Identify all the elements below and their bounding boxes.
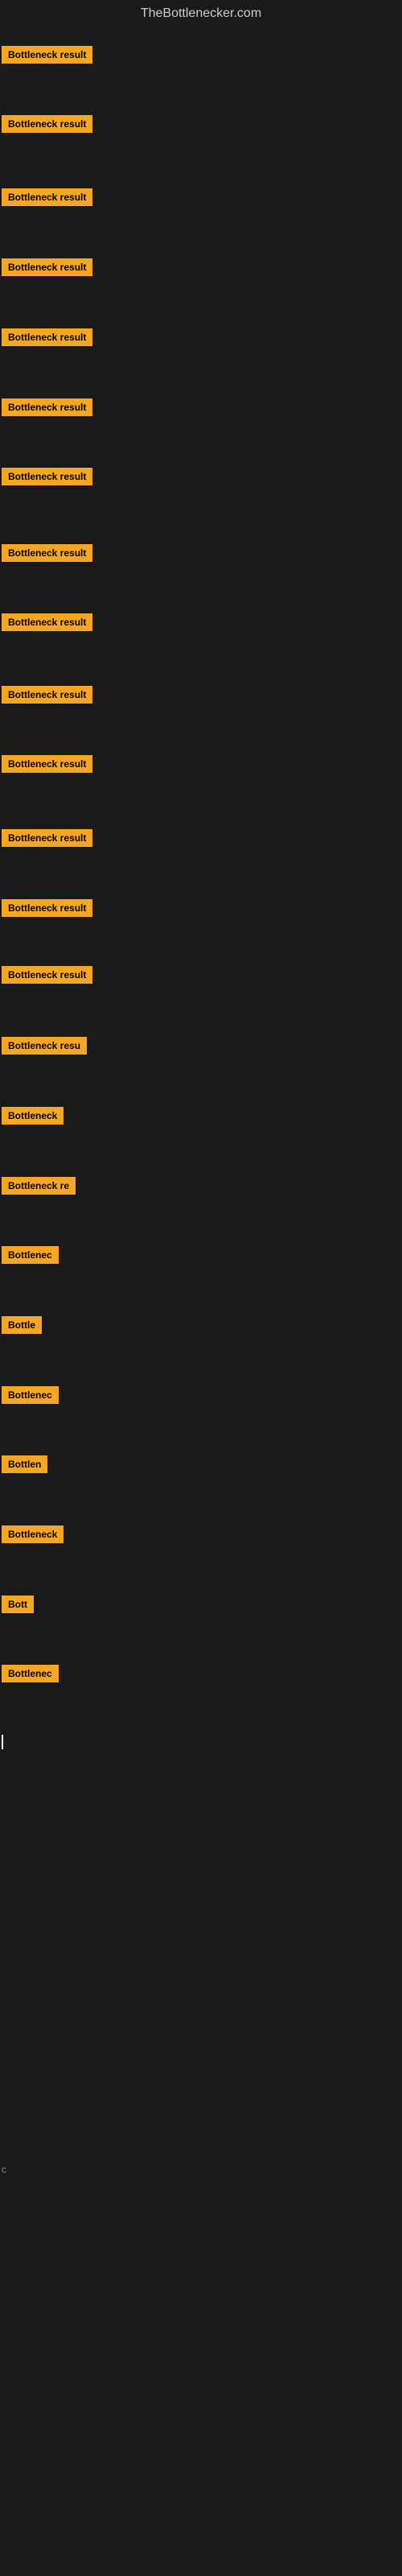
list-item: Bottleneck result: [2, 115, 92, 137]
bottleneck-result-label: Bottleneck result: [2, 829, 92, 847]
list-item: Bottlen: [2, 1455, 47, 1477]
text-cursor: [2, 1735, 3, 1749]
bottleneck-result-label: Bottleneck result: [2, 468, 92, 485]
bottleneck-result-label: Bottleneck result: [2, 755, 92, 773]
list-item: Bottleneck result: [2, 899, 92, 921]
list-item: Bottleneck result: [2, 398, 92, 420]
site-title: TheBottlenecker.com: [0, 0, 402, 27]
list-item: Bottle: [2, 1316, 42, 1338]
list-item: Bottleneck result: [2, 686, 92, 708]
page-wrapper: TheBottlenecker.com Bottleneck result Bot…: [0, 0, 402, 2576]
bottleneck-result-label: Bottleneck result: [2, 328, 92, 346]
bottleneck-result-label: Bottleneck result: [2, 115, 92, 133]
bottleneck-result-label: Bottleneck result: [2, 398, 92, 416]
bottleneck-result-label: Bottleneck: [2, 1525, 64, 1543]
list-item: Bottleneck result: [2, 544, 92, 566]
list-item: Bottlenec: [2, 1386, 59, 1408]
bottleneck-result-label: Bottlenec: [2, 1386, 59, 1404]
bottleneck-result-label: Bottlenec: [2, 1665, 59, 1682]
list-item: Bottleneck result: [2, 829, 92, 851]
list-item: Bottleneck re: [2, 1177, 76, 1199]
bottleneck-result-label: Bottlenec: [2, 1246, 59, 1264]
bottleneck-result-label: Bottleneck result: [2, 544, 92, 562]
list-item: Bottleneck result: [2, 46, 92, 68]
list-item: Bottlenec: [2, 1246, 59, 1268]
bottleneck-result-label: Bottleneck result: [2, 966, 92, 984]
bottleneck-result-label: Bottlen: [2, 1455, 47, 1473]
list-item: Bottleneck resu: [2, 1037, 87, 1059]
list-item: Bottlenec: [2, 1665, 59, 1686]
list-item: Bottleneck: [2, 1107, 64, 1129]
footer-char: c: [2, 2157, 6, 2182]
list-item: Bottleneck result: [2, 613, 92, 635]
bottleneck-result-label: Bottleneck re: [2, 1177, 76, 1195]
list-item: Bottleneck result: [2, 966, 92, 988]
list-item: Bottleneck result: [2, 468, 92, 489]
bottleneck-result-label: Bottleneck result: [2, 899, 92, 917]
list-item: Bottleneck result: [2, 258, 92, 280]
bottleneck-result-label: Bottleneck result: [2, 188, 92, 206]
bottleneck-result-label: Bottle: [2, 1316, 42, 1334]
bottleneck-result-label: Bott: [2, 1596, 34, 1613]
list-item: Bottleneck result: [2, 755, 92, 777]
bottleneck-result-label: Bottleneck resu: [2, 1037, 87, 1055]
bottleneck-result-label: Bottleneck result: [2, 686, 92, 704]
bottleneck-result-label: Bottleneck: [2, 1107, 64, 1125]
bottleneck-result-label: Bottleneck result: [2, 613, 92, 631]
list-item: Bottleneck result: [2, 188, 92, 210]
list-item: Bott: [2, 1596, 34, 1617]
list-item: Bottleneck: [2, 1525, 64, 1547]
list-item: Bottleneck result: [2, 328, 92, 350]
bottleneck-result-label: Bottleneck result: [2, 46, 92, 64]
bottleneck-result-label: Bottleneck result: [2, 258, 92, 276]
